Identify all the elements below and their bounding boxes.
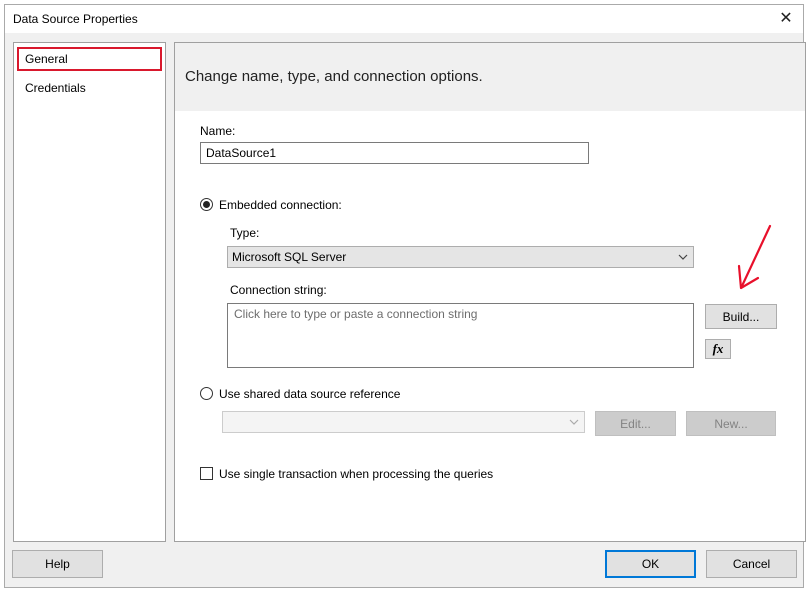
window-title: Data Source Properties — [13, 12, 138, 26]
data-source-properties-dialog: Data Source Properties ✕ General Credent… — [4, 4, 806, 588]
type-select[interactable]: Microsoft SQL Server — [227, 246, 694, 268]
general-page: Change name, type, and connection option… — [174, 42, 806, 542]
shared-data-source-label[interactable]: Use shared data source reference — [219, 387, 400, 401]
help-button[interactable]: Help — [12, 550, 103, 578]
nav-item-credentials[interactable]: Credentials — [17, 76, 162, 100]
function-icon: fx — [712, 341, 724, 356]
close-icon: ✕ — [779, 10, 793, 27]
connection-string-input[interactable]: Click here to type or paste a connection… — [227, 303, 694, 368]
shared-data-source-radio[interactable] — [200, 387, 213, 400]
embedded-connection-radio[interactable] — [200, 198, 213, 211]
page-nav: General Credentials — [13, 42, 166, 542]
single-transaction-label[interactable]: Use single transaction when processing t… — [219, 467, 493, 481]
page-header: Change name, type, and connection option… — [185, 68, 483, 85]
chevron-down-icon — [566, 412, 582, 432]
annotation-arrow-icon — [737, 224, 772, 290]
shared-data-source-select[interactable] — [222, 411, 585, 433]
type-label: Type: — [230, 226, 260, 240]
name-label: Name: — [200, 124, 236, 138]
title-bar: Data Source Properties ✕ — [5, 5, 803, 33]
ok-button[interactable]: OK — [605, 550, 696, 578]
embedded-connection-label[interactable]: Embedded connection: — [219, 198, 342, 212]
type-select-value: Microsoft SQL Server — [232, 250, 347, 264]
cancel-button[interactable]: Cancel — [706, 550, 797, 578]
new-button[interactable]: New... — [686, 411, 776, 436]
connection-string-label: Connection string: — [230, 283, 327, 297]
name-field[interactable]: DataSource1 — [200, 142, 589, 164]
chevron-down-icon — [675, 247, 691, 267]
build-button[interactable]: Build... — [705, 304, 777, 329]
edit-button[interactable]: Edit... — [595, 411, 676, 436]
nav-item-general[interactable]: General — [17, 47, 162, 71]
close-button[interactable]: ✕ — [775, 7, 797, 29]
expression-button[interactable]: fx — [705, 339, 731, 359]
header-band: Change name, type, and connection option… — [175, 43, 805, 111]
single-transaction-checkbox[interactable] — [200, 467, 213, 480]
